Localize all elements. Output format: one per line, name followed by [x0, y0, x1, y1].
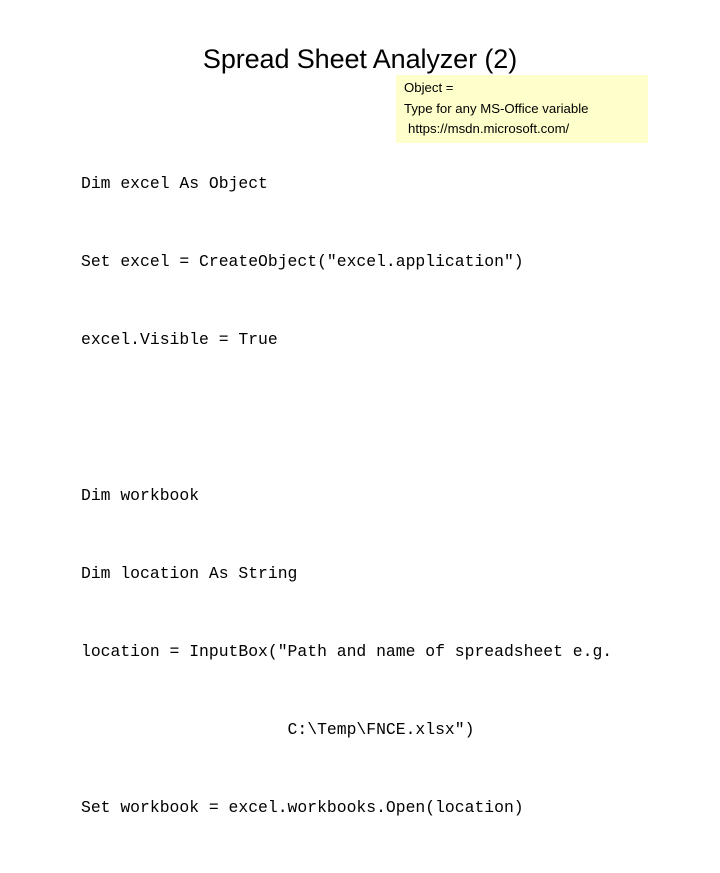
callout-line-description: Type for any MS-Office variable	[404, 100, 589, 116]
code-line: Dim excel As Object	[81, 174, 268, 193]
code-line: Dim workbook	[81, 486, 200, 505]
callout-link[interactable]: https://msdn.microsoft.com/	[404, 119, 648, 140]
slide-canvas: Spread Sheet Analyzer (2) Dim excel As O…	[0, 0, 720, 817]
code-line: Set excel = CreateObject("excel.applicat…	[81, 252, 524, 271]
annotation-callout: Object = Type for any MS-Office variable…	[396, 75, 648, 143]
code-block: Dim excel As Object Set excel = CreateOb…	[81, 119, 681, 873]
code-line: C:\Temp\FNCE.xlsx")	[81, 720, 475, 739]
code-line: excel.Visible = True	[81, 330, 278, 349]
page-title: Spread Sheet Analyzer (2)	[202, 44, 518, 74]
callout-line-type: Object =	[404, 80, 454, 95]
code-line: Dim location As String	[81, 564, 298, 583]
code-line: location = InputBox("Path and name of sp…	[81, 642, 613, 661]
code-line: Set workbook = excel.workbooks.Open(loca…	[81, 798, 524, 817]
